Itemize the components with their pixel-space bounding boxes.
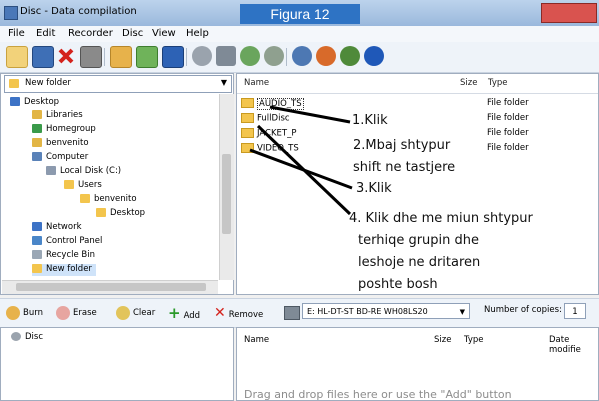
burn-button[interactable]: Burn	[6, 304, 43, 322]
column-header-type[interactable]: Type	[464, 335, 484, 345]
remove-button[interactable]: ✕ Remove	[214, 304, 263, 322]
empty-hint: Drag and drop files here or use the "Add…	[244, 388, 512, 401]
remove-icon: ✕	[214, 305, 226, 321]
annotation-step4-line2: terhiqe grupin dhe	[358, 233, 480, 248]
clear-button[interactable]: Clear	[116, 304, 155, 322]
chevron-down-icon: ▼	[459, 308, 465, 316]
plus-icon: +	[168, 304, 181, 322]
annotation-step4: 4. Klik dhe me miun shtypur	[349, 211, 533, 226]
copies-stepper[interactable]: 1	[564, 303, 586, 319]
column-header-date[interactable]: Date modifie	[549, 335, 599, 355]
erase-icon	[56, 305, 70, 320]
annotation-step3: 3.Klik	[356, 181, 392, 196]
annotation-step4-line3: leshoje ne dritaren	[358, 255, 481, 270]
drive-select[interactable]: E: HL-DT-ST BD-RE WH08LS20 ▼	[302, 303, 470, 319]
drive-icon	[284, 306, 300, 320]
add-button[interactable]: + Add	[168, 304, 200, 322]
annotation-step2-cont: shift ne tastjere	[353, 160, 456, 175]
disc-icon	[11, 332, 21, 341]
column-header-size[interactable]: Size	[434, 335, 451, 345]
annotation-step1: 1.Klik	[352, 113, 388, 128]
disc-root-item[interactable]: Disc	[11, 332, 43, 342]
column-header-name[interactable]: Name	[244, 335, 269, 345]
burn-icon	[6, 305, 20, 320]
annotation-step4-line4: poshte bosh	[358, 277, 438, 292]
erase-button[interactable]: Erase	[56, 304, 97, 322]
annotation-step2: 2.Mbaj shtypur	[353, 138, 451, 153]
copies-label: Number of copies:	[484, 305, 562, 315]
clear-icon	[116, 305, 130, 320]
disc-tree-pane: Disc	[0, 327, 234, 401]
